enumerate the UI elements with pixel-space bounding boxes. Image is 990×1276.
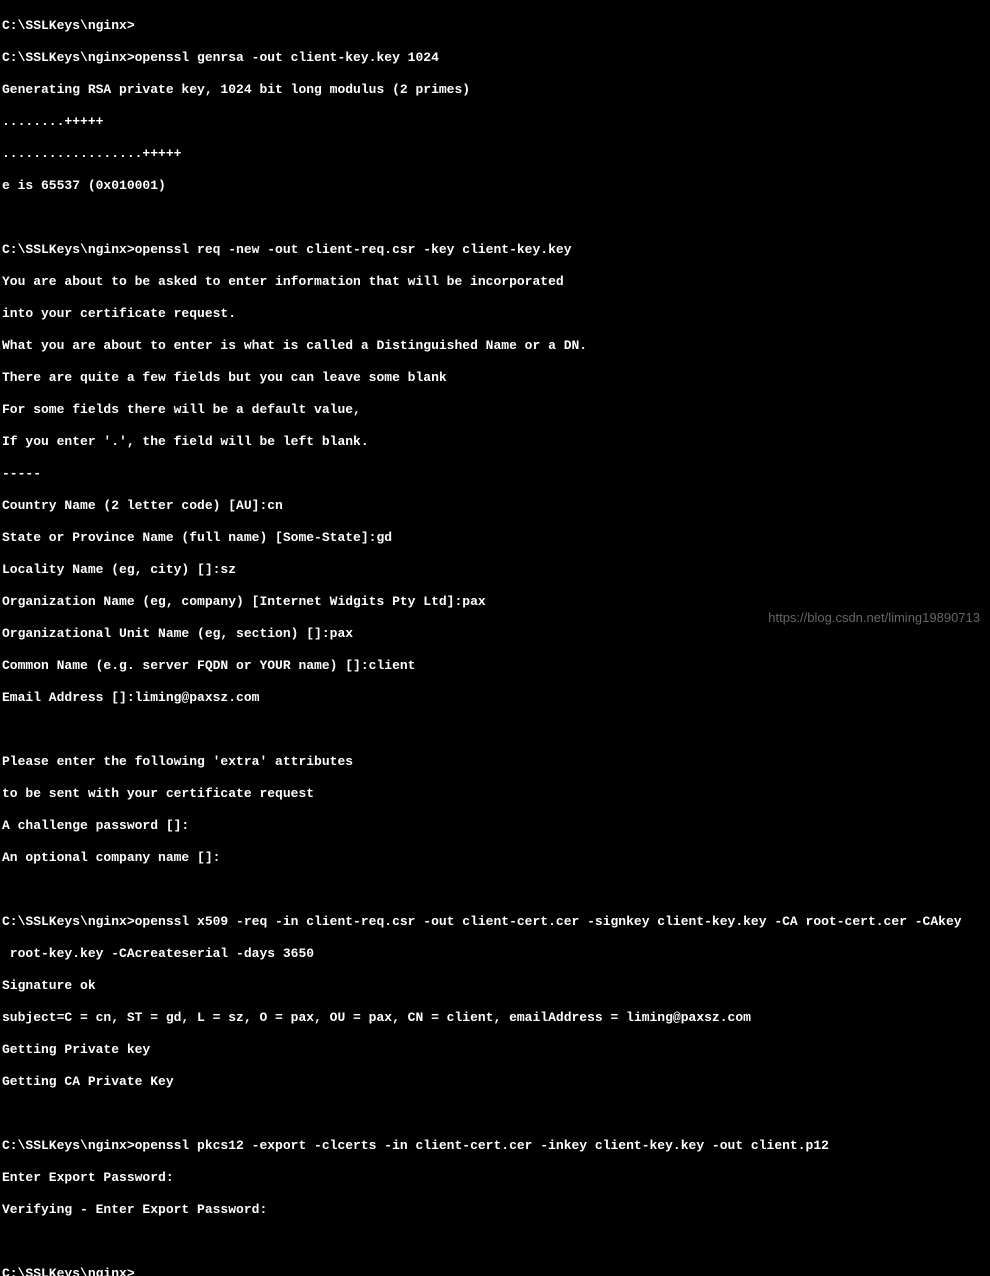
watermark-text: https://blog.csdn.net/liming19890713 [768,610,980,626]
terminal-line: C:\SSLKeys\nginx> [2,18,988,34]
terminal-line: Generating RSA private key, 1024 bit lon… [2,82,988,98]
terminal-line [2,722,988,738]
terminal-line: A challenge password []: [2,818,988,834]
terminal-line: There are quite a few fields but you can… [2,370,988,386]
terminal-line: Organization Name (eg, company) [Interne… [2,594,988,610]
terminal-line [2,1106,988,1122]
terminal-line: Locality Name (eg, city) []:sz [2,562,988,578]
terminal-line: ----- [2,466,988,482]
terminal-line: subject=C = cn, ST = gd, L = sz, O = pax… [2,1010,988,1026]
terminal-line [2,210,988,226]
terminal-line: What you are about to enter is what is c… [2,338,988,354]
cursor-icon [135,1267,143,1276]
terminal-line: into your certificate request. [2,306,988,322]
terminal-prompt[interactable]: C:\SSLKeys\nginx> [2,1266,988,1276]
terminal-line: An optional company name []: [2,850,988,866]
terminal-line: ..................+++++ [2,146,988,162]
terminal-line: C:\SSLKeys\nginx>openssl req -new -out c… [2,242,988,258]
terminal-line: Common Name (e.g. server FQDN or YOUR na… [2,658,988,674]
terminal-line: Signature ok [2,978,988,994]
prompt-text: C:\SSLKeys\nginx> [2,1266,135,1276]
terminal-line: ........+++++ [2,114,988,130]
terminal-line: Organizational Unit Name (eg, section) [… [2,626,988,642]
terminal-line: If you enter '.', the field will be left… [2,434,988,450]
terminal-line [2,882,988,898]
terminal-line: to be sent with your certificate request [2,786,988,802]
terminal-line: Please enter the following 'extra' attri… [2,754,988,770]
terminal-line: Country Name (2 letter code) [AU]:cn [2,498,988,514]
terminal-line: Getting Private key [2,1042,988,1058]
terminal-line: Email Address []:liming@paxsz.com [2,690,988,706]
terminal-line: For some fields there will be a default … [2,402,988,418]
terminal-line: C:\SSLKeys\nginx>openssl genrsa -out cli… [2,50,988,66]
terminal-line: Verifying - Enter Export Password: [2,1202,988,1218]
terminal-line: State or Province Name (full name) [Some… [2,530,988,546]
terminal-line: root-key.key -CAcreateserial -days 3650 [2,946,988,962]
terminal-line: Getting CA Private Key [2,1074,988,1090]
terminal-line [2,1234,988,1250]
terminal-line: You are about to be asked to enter infor… [2,274,988,290]
terminal-line: C:\SSLKeys\nginx>openssl x509 -req -in c… [2,914,988,930]
terminal-output[interactable]: C:\SSLKeys\nginx> C:\SSLKeys\nginx>opens… [2,2,988,636]
terminal-line: Enter Export Password: [2,1170,988,1186]
terminal-line: e is 65537 (0x010001) [2,178,988,194]
terminal-line: C:\SSLKeys\nginx>openssl pkcs12 -export … [2,1138,988,1154]
